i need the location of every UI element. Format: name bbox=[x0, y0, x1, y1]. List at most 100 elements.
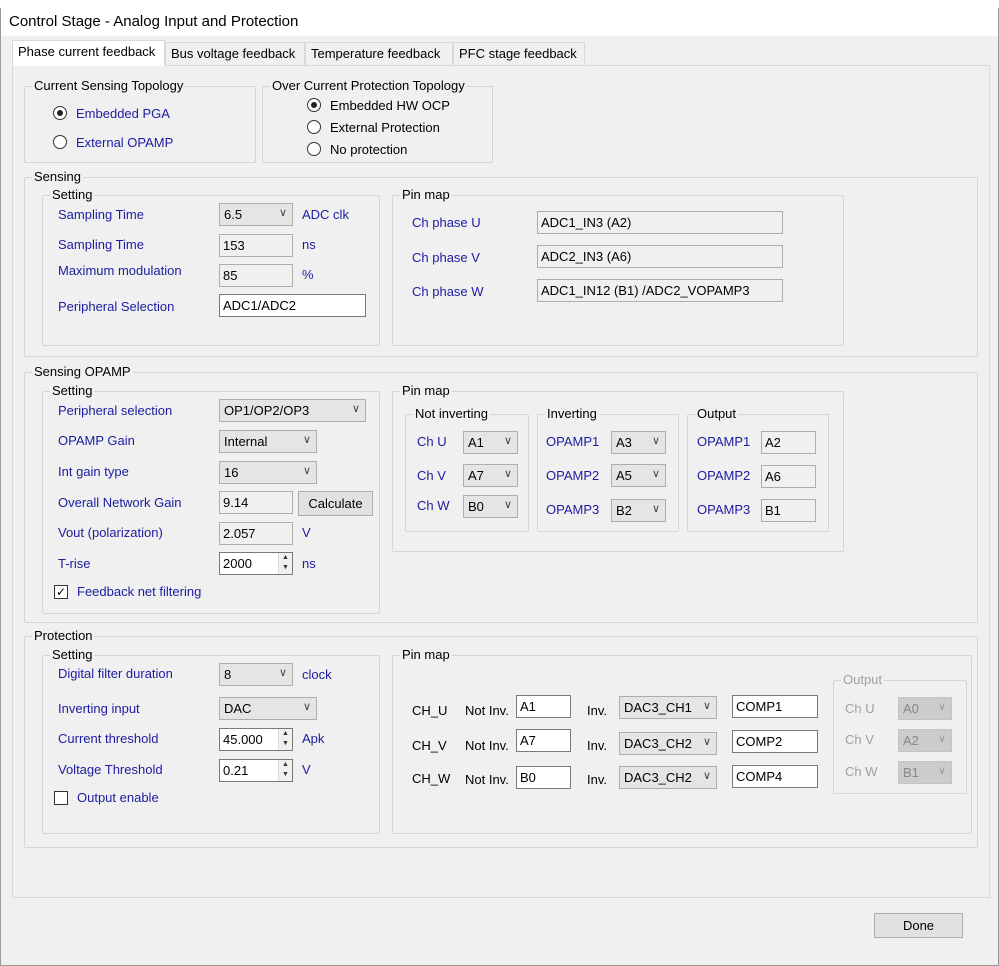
group-title: Pin map bbox=[400, 187, 452, 202]
comp-field[interactable]: COMP2 bbox=[732, 730, 818, 753]
output-field: A2 bbox=[761, 431, 816, 454]
label: Current threshold bbox=[58, 731, 159, 746]
unit: ns bbox=[302, 237, 316, 252]
max-modulation-field: 85 bbox=[219, 264, 293, 287]
not-inv-combo[interactable]: A7 ∨ bbox=[463, 464, 518, 487]
label: OPAMP2 bbox=[697, 468, 751, 483]
current-threshold-spinner[interactable]: 45.000 ▲ ▼ bbox=[219, 728, 293, 751]
vout-field: 2.057 bbox=[219, 522, 293, 545]
label: Sampling Time bbox=[58, 207, 144, 222]
label: Ch U bbox=[845, 701, 875, 716]
label: OPAMP1 bbox=[697, 434, 751, 449]
label: Not Inv. bbox=[465, 703, 509, 718]
channel-label: CH_W bbox=[412, 771, 451, 786]
radio-label: Embedded PGA bbox=[76, 106, 170, 121]
group-title: Setting bbox=[50, 383, 95, 398]
radio-embedded-pga[interactable] bbox=[53, 106, 67, 120]
pin-field: ADC2_IN3 (A6) bbox=[537, 245, 783, 268]
spinner-arrows-icon[interactable]: ▲ ▼ bbox=[278, 729, 292, 750]
group-title: Protection bbox=[32, 628, 95, 643]
unit: ns bbox=[302, 556, 316, 571]
group-title: Inverting bbox=[545, 406, 599, 421]
voltage-threshold-spinner[interactable]: 0.21 ▲ ▼ bbox=[219, 759, 293, 782]
unit: V bbox=[302, 762, 311, 777]
unit: V bbox=[302, 525, 311, 540]
int-gain-combo[interactable]: 16 ∨ bbox=[219, 461, 317, 484]
inv-combo[interactable]: DAC3_CH1 ∨ bbox=[619, 696, 717, 719]
group-title: Setting bbox=[50, 647, 95, 662]
spinner-arrows-icon[interactable]: ▲ ▼ bbox=[278, 553, 292, 574]
output-combo-disabled: A2 ∨ bbox=[898, 729, 952, 752]
label: Ch phase W bbox=[412, 284, 484, 299]
unit: clock bbox=[302, 667, 332, 682]
unit: Apk bbox=[302, 731, 325, 746]
not-inv-combo[interactable]: A1 ∨ bbox=[463, 431, 518, 454]
group-title: Over Current Protection Topology bbox=[270, 78, 467, 93]
peripheral-selection-field[interactable]: ADC1/ADC2 bbox=[219, 294, 366, 317]
comp-field[interactable]: COMP1 bbox=[732, 695, 818, 718]
spinner-arrows-icon[interactable]: ▲ ▼ bbox=[278, 760, 292, 781]
current-sensing-group: Current Sensing Topology bbox=[24, 78, 256, 163]
opamp-peripheral-combo[interactable]: OP1/OP2/OP3 ∨ bbox=[219, 399, 366, 422]
feedback-filter-checkbox[interactable]: ✓ bbox=[54, 585, 68, 599]
tab-pfc[interactable]: PFC stage feedback bbox=[453, 42, 585, 65]
inv-combo[interactable]: A3 ∨ bbox=[611, 431, 666, 454]
output-field: B1 bbox=[761, 499, 816, 522]
inv-combo[interactable]: A5 ∨ bbox=[611, 464, 666, 487]
inv-combo[interactable]: DAC3_CH2 ∨ bbox=[619, 732, 717, 755]
group-title: Sensing bbox=[32, 169, 83, 184]
label: Overall Network Gain bbox=[58, 495, 182, 510]
sampling-time-combo[interactable]: 6.5 ∨ bbox=[219, 203, 293, 226]
radio-external-opamp[interactable] bbox=[53, 135, 67, 149]
label: Inv. bbox=[587, 738, 607, 753]
tab-bus-voltage[interactable]: Bus voltage feedback bbox=[165, 42, 305, 65]
unit: ADC clk bbox=[302, 207, 349, 222]
opamp-gain-combo[interactable]: Internal ∨ bbox=[219, 430, 317, 453]
done-button[interactable]: Done bbox=[874, 913, 963, 938]
inverting-input-combo[interactable]: DAC ∨ bbox=[219, 697, 317, 720]
tab-phase-current[interactable]: Phase current feedback bbox=[12, 40, 165, 66]
output-combo-disabled: B1 ∨ bbox=[898, 761, 952, 784]
checkbox-label: Output enable bbox=[77, 790, 159, 805]
radio-external-protection[interactable] bbox=[307, 120, 321, 134]
group-title: Output bbox=[695, 406, 739, 421]
label: Sampling Time bbox=[58, 237, 144, 252]
label: Maximum modulation bbox=[58, 263, 182, 278]
not-inv-combo[interactable]: B0 ∨ bbox=[463, 495, 518, 518]
label: Inv. bbox=[587, 703, 607, 718]
digital-filter-combo[interactable]: 8 ∨ bbox=[219, 663, 293, 686]
checkbox-label: Feedback net filtering bbox=[77, 584, 202, 599]
output-combo-disabled: A0 ∨ bbox=[898, 697, 952, 720]
trise-spinner[interactable]: 2000 ▲ ▼ bbox=[219, 552, 293, 575]
comp-field[interactable]: COMP4 bbox=[732, 765, 818, 788]
not-inv-field[interactable]: A7 bbox=[516, 729, 571, 752]
group-title: Pin map bbox=[400, 647, 452, 662]
label: Ch W bbox=[845, 764, 878, 779]
channel-label: CH_U bbox=[412, 703, 448, 718]
radio-no-protection[interactable] bbox=[307, 142, 321, 156]
not-inv-field[interactable]: B0 bbox=[516, 766, 571, 789]
label: Inv. bbox=[587, 772, 607, 787]
not-inv-field[interactable]: A1 bbox=[516, 695, 571, 718]
output-enable-checkbox[interactable] bbox=[54, 791, 68, 805]
label: OPAMP Gain bbox=[58, 433, 135, 448]
inv-combo[interactable]: DAC3_CH2 ∨ bbox=[619, 766, 717, 789]
label: Ch V bbox=[417, 468, 446, 483]
label: Not Inv. bbox=[465, 738, 509, 753]
tab-temperature[interactable]: Temperature feedback bbox=[305, 42, 453, 65]
group-title: Setting bbox=[50, 187, 95, 202]
label: Digital filter duration bbox=[58, 666, 173, 681]
sampling-ns-field: 153 bbox=[219, 234, 293, 257]
group-title: Pin map bbox=[400, 383, 452, 398]
group-title: Sensing OPAMP bbox=[32, 364, 133, 379]
label: Voltage Threshold bbox=[58, 762, 163, 777]
radio-label: External Protection bbox=[330, 120, 440, 135]
radio-label: No protection bbox=[330, 142, 408, 157]
inv-combo[interactable]: B2 ∨ bbox=[611, 499, 666, 522]
label: Peripheral selection bbox=[58, 403, 173, 418]
calculate-button[interactable]: Calculate bbox=[298, 491, 373, 516]
background-app-strip bbox=[0, 0, 999, 8]
radio-embedded-hw-ocp[interactable] bbox=[307, 98, 321, 112]
label: Ch V bbox=[845, 732, 874, 747]
label: Not Inv. bbox=[465, 772, 509, 787]
